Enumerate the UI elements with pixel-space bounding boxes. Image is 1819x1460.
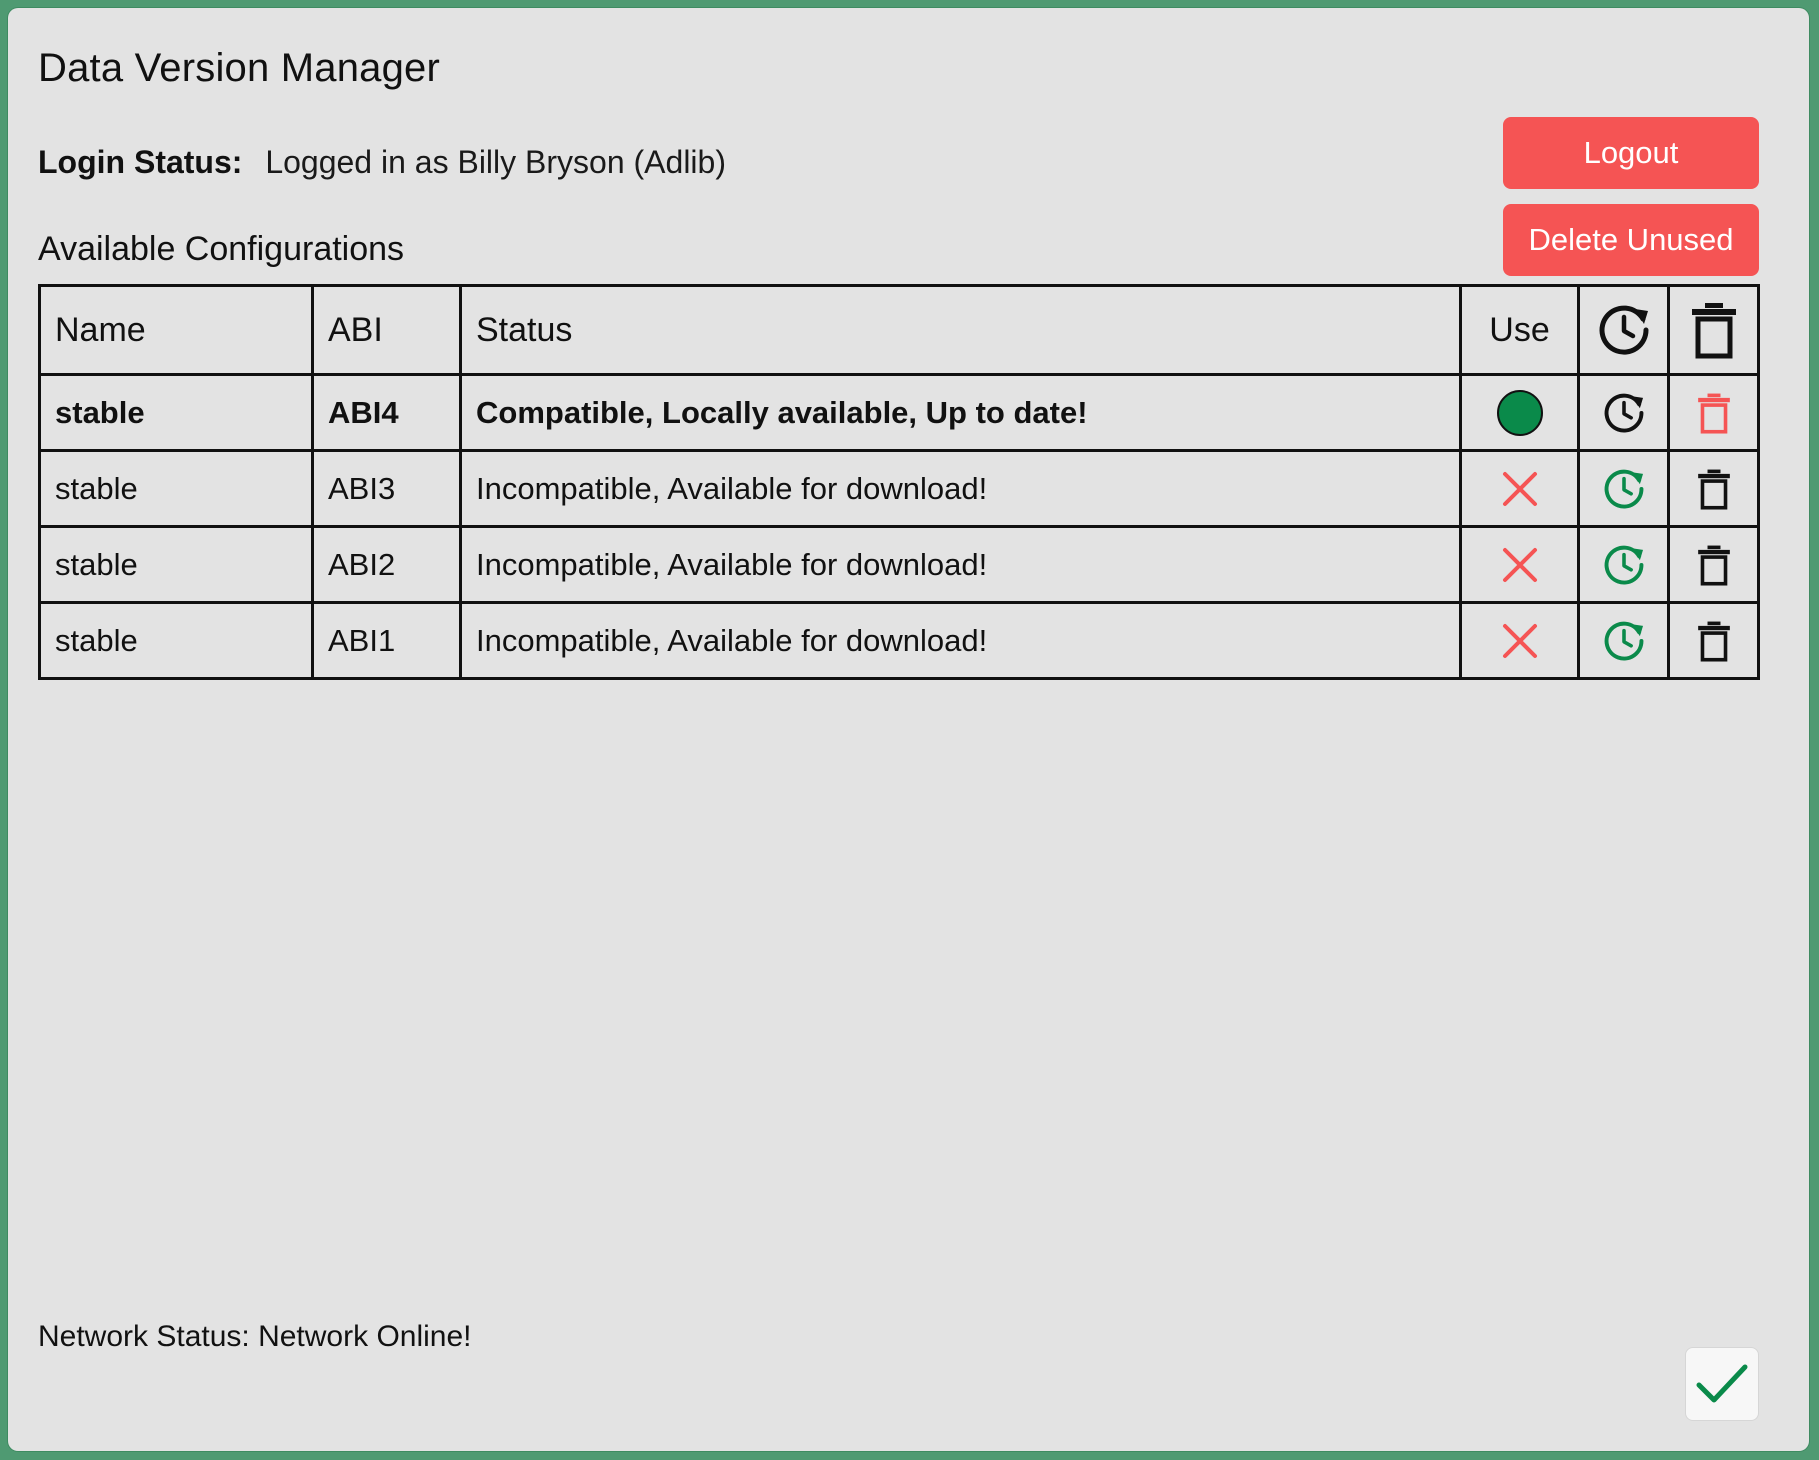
table-row: stable ABI1 Incompatible, Available for do… <box>38 601 1760 680</box>
trash-icon[interactable] <box>1682 609 1746 673</box>
table-header-row: Name ABI Status Use <box>38 284 1760 376</box>
cell-status: Incompatible, Available for download! <box>459 525 1462 604</box>
column-header-use: Use <box>1459 284 1580 376</box>
column-header-abi: ABI <box>311 284 462 376</box>
column-header-delete <box>1667 284 1760 376</box>
configurations-table: Name ABI Status Use stable ABI4 Compatib… <box>38 284 1760 680</box>
network-status: Network Status: Network Online! <box>38 1320 472 1353</box>
active-indicator-icon <box>1488 381 1552 445</box>
update-clock-icon[interactable] <box>1592 457 1656 521</box>
table-row: stable ABI2 Incompatible, Available for do… <box>38 525 1760 604</box>
cell-use <box>1459 601 1580 680</box>
cell-update <box>1577 525 1670 604</box>
logout-button[interactable]: Logout <box>1503 117 1759 189</box>
trash-icon[interactable] <box>1682 457 1746 521</box>
column-header-update <box>1577 284 1670 376</box>
window-title: Data Version Manager <box>38 46 441 90</box>
trash-icon <box>1682 298 1746 362</box>
cell-abi: ABI3 <box>311 449 462 528</box>
confirm-button[interactable] <box>1685 1347 1759 1421</box>
update-clock-icon[interactable] <box>1592 381 1656 445</box>
trash-icon[interactable] <box>1682 381 1746 445</box>
delete-unused-button[interactable]: Delete Unused <box>1503 204 1759 276</box>
cell-name: stable <box>38 373 314 452</box>
cell-status: Incompatible, Available for download! <box>459 601 1462 680</box>
login-status-label: Login Status: <box>38 144 243 180</box>
table-row: stable ABI3 Incompatible, Available for do… <box>38 449 1760 528</box>
cell-name: stable <box>38 449 314 528</box>
cell-delete <box>1667 601 1760 680</box>
update-clock-icon[interactable] <box>1592 533 1656 597</box>
cell-use <box>1459 525 1580 604</box>
cell-update <box>1577 449 1670 528</box>
login-status: Login Status: Logged in as Billy Bryson … <box>38 144 726 181</box>
cell-abi: ABI1 <box>311 601 462 680</box>
update-clock-icon[interactable] <box>1592 609 1656 673</box>
use-x-icon[interactable] <box>1488 609 1552 673</box>
checkmark-icon <box>1696 1364 1748 1403</box>
data-version-manager-window: Data Version Manager Login Status: Logge… <box>8 8 1809 1451</box>
cell-delete <box>1667 449 1760 528</box>
cell-abi: ABI2 <box>311 525 462 604</box>
cell-abi: ABI4 <box>311 373 462 452</box>
login-status-value: Logged in as Billy Bryson (Adlib) <box>265 144 726 180</box>
cell-update <box>1577 373 1670 452</box>
cell-delete <box>1667 525 1760 604</box>
column-header-name: Name <box>38 284 314 376</box>
cell-status: Compatible, Locally available, Up to dat… <box>459 373 1462 452</box>
cell-name: stable <box>38 525 314 604</box>
cell-status: Incompatible, Available for download! <box>459 449 1462 528</box>
cell-use <box>1459 449 1580 528</box>
cell-update <box>1577 601 1670 680</box>
cell-use <box>1459 373 1580 452</box>
column-header-status: Status <box>459 284 1462 376</box>
available-configurations-heading: Available Configurations <box>38 230 405 268</box>
trash-icon[interactable] <box>1682 533 1746 597</box>
use-x-icon[interactable] <box>1488 533 1552 597</box>
cell-name: stable <box>38 601 314 680</box>
update-clock-icon <box>1592 298 1656 362</box>
use-x-icon[interactable] <box>1488 457 1552 521</box>
cell-delete <box>1667 373 1760 452</box>
table-row: stable ABI4 Compatible, Locally available,… <box>38 373 1760 452</box>
